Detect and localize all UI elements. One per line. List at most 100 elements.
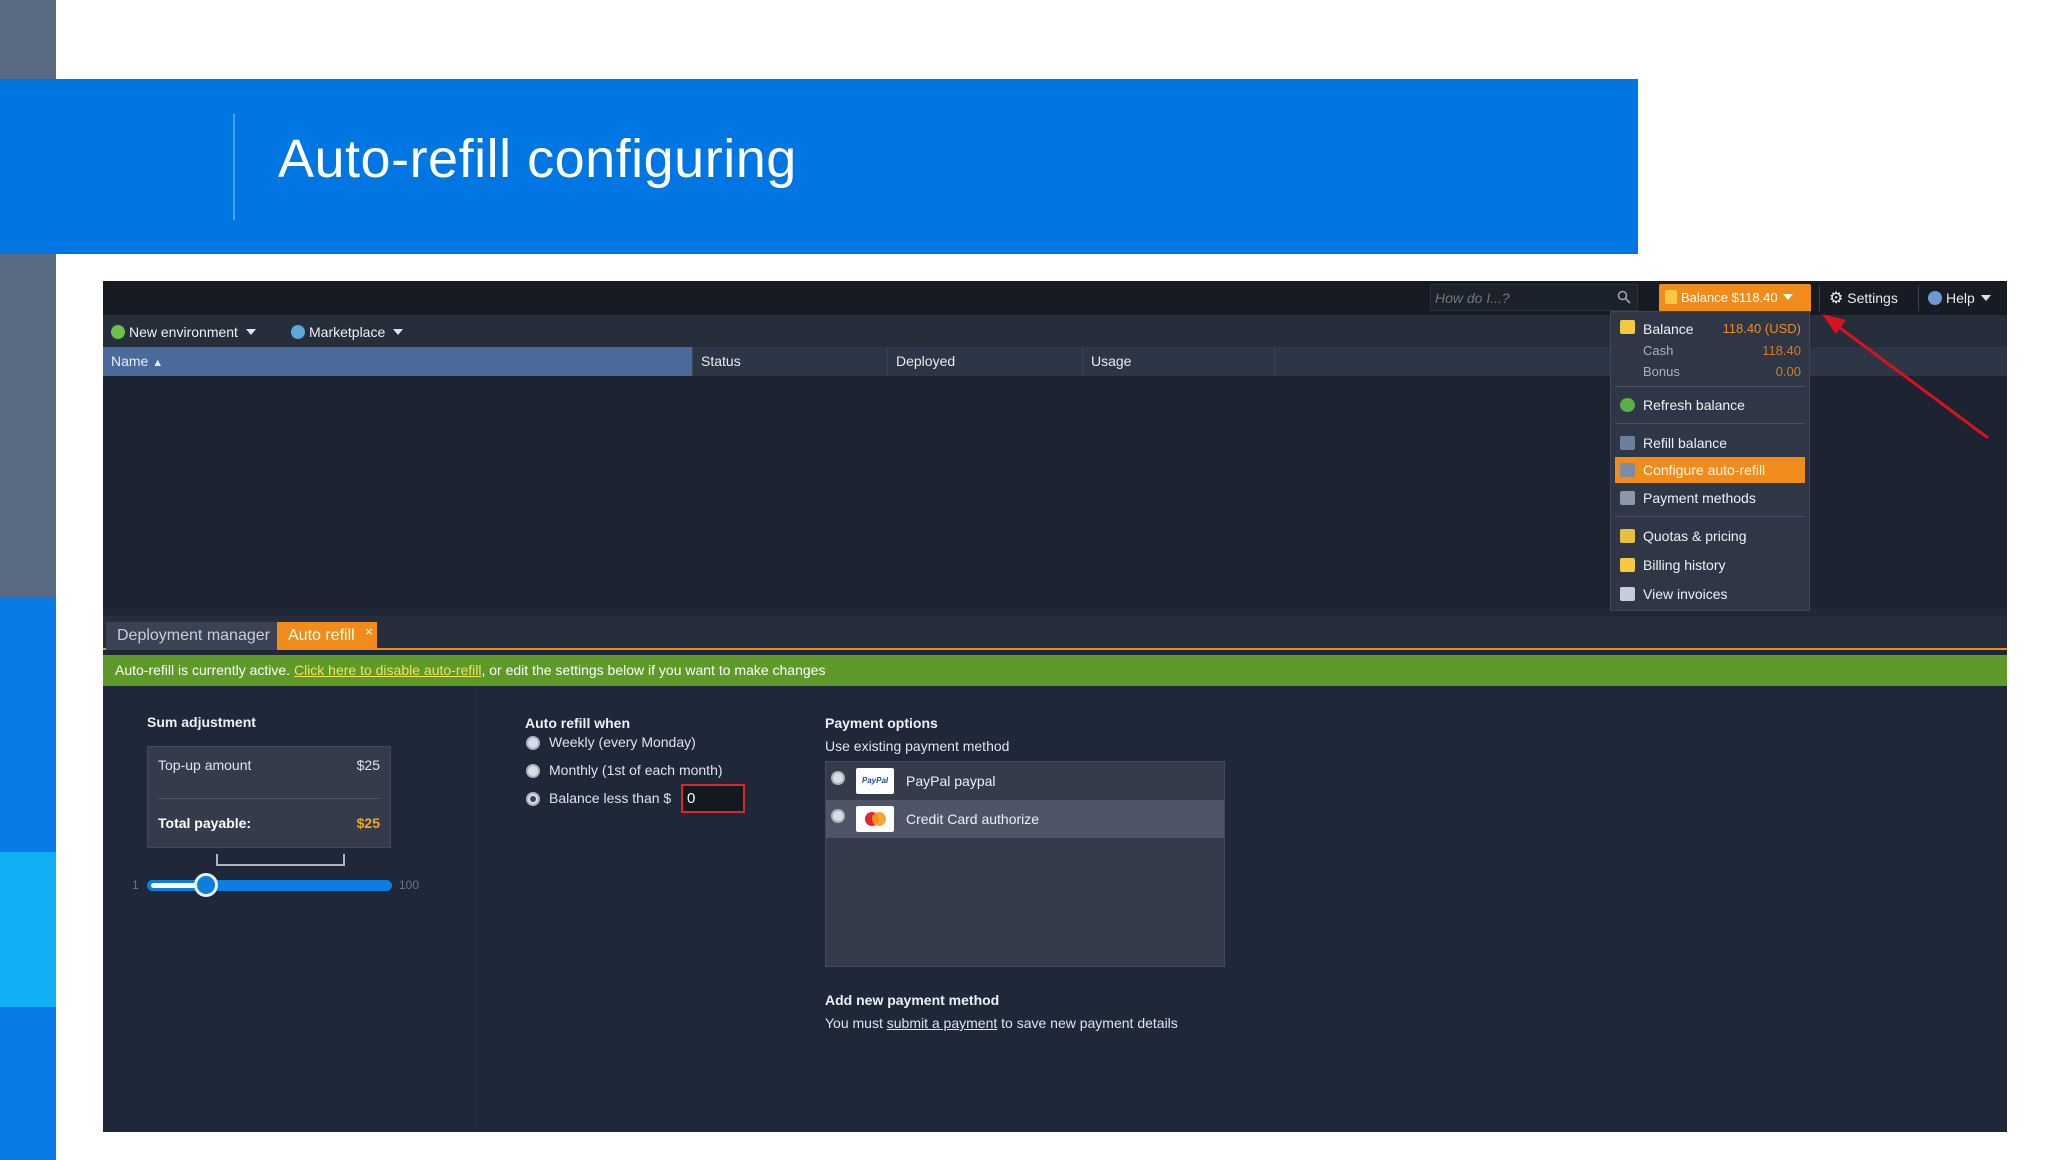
plus-icon <box>111 325 125 339</box>
menu-item-payment-methods[interactable]: Payment methods <box>1615 485 1805 511</box>
topup-row: Top-up amount $25 <box>158 757 380 773</box>
decor-strip-5 <box>0 1007 56 1160</box>
card-icon <box>1620 491 1635 505</box>
title-divider <box>233 114 235 220</box>
marketplace-label: Marketplace <box>309 324 386 340</box>
tab-auto-refill-label: Auto refill <box>288 627 355 644</box>
menu-cash-value: 118.40 <box>1762 343 1801 358</box>
refill-icon <box>1620 436 1635 450</box>
add-payment-text-after: to save new payment details <box>997 1015 1178 1031</box>
menu-item-label: View invoices <box>1643 586 1728 602</box>
top-bar: Balance $118.40 ⚙ Settings Help <box>103 281 2007 315</box>
decor-strip-2 <box>0 254 56 597</box>
chevron-down-icon <box>1782 294 1793 300</box>
option-balance-less-than[interactable]: Balance less than $ <box>549 790 671 806</box>
tab-auto-refill[interactable]: Auto refill × <box>277 622 377 650</box>
total-row: Total payable: $25 <box>158 815 380 831</box>
coins-icon <box>1665 290 1677 304</box>
decor-strip-4 <box>0 852 56 1007</box>
menu-item-label: Payment methods <box>1643 490 1756 506</box>
menu-bonus-label: Bonus <box>1643 364 1680 379</box>
coins-icon <box>1620 320 1635 334</box>
submit-payment-link[interactable]: submit a payment <box>887 1015 998 1031</box>
refresh-icon <box>1620 398 1635 412</box>
sum-box: Top-up amount $25 Total payable: $25 <box>147 746 391 848</box>
balance-button-label: Balance $118.40 <box>1681 290 1778 305</box>
quotas-icon <box>1620 529 1635 543</box>
menu-divider <box>1615 423 1805 424</box>
notice-text-after: , or edit the settings below if you want… <box>481 662 826 678</box>
column-usage[interactable]: Usage <box>1083 347 1275 376</box>
auto-refill-icon <box>1620 463 1635 477</box>
menu-item-label: Billing history <box>1643 557 1726 573</box>
column-status[interactable]: Status <box>693 347 888 376</box>
help-icon <box>1928 291 1942 305</box>
menu-item-label: Refresh balance <box>1643 397 1745 413</box>
settings-button[interactable]: ⚙ Settings <box>1829 284 1898 312</box>
marketplace-button[interactable]: Marketplace <box>291 321 404 343</box>
menu-balance-label: Balance <box>1643 321 1694 337</box>
menu-item-refresh-balance[interactable]: Refresh balance <box>1615 392 1805 418</box>
menu-item-view-invoices[interactable]: View invoices <box>1615 581 1805 607</box>
column-name[interactable]: Name ▲ <box>103 347 693 376</box>
globe-icon <box>291 325 305 339</box>
menu-cash-label: Cash <box>1643 343 1674 358</box>
invoice-icon <box>1620 587 1635 601</box>
disable-auto-refill-link[interactable]: Click here to disable auto-refill <box>294 662 482 678</box>
slider-bracket <box>216 854 345 866</box>
sum-adjustment-heading: Sum adjustment <box>147 714 256 730</box>
balance-threshold-input[interactable] <box>681 784 745 813</box>
radio-weekly[interactable] <box>526 736 540 750</box>
radio-balance-less-than[interactable] <box>526 792 540 806</box>
paypal-logo-icon: PayPal <box>856 768 894 794</box>
menu-divider <box>1615 516 1805 517</box>
search-box[interactable] <box>1430 284 1638 311</box>
radio-credit-card[interactable] <box>831 809 845 823</box>
amount-slider[interactable] <box>147 880 392 891</box>
search-icon[interactable] <box>1617 290 1631 304</box>
divider <box>1918 285 1919 311</box>
topup-value: $25 <box>356 757 380 773</box>
close-icon[interactable]: × <box>365 618 373 646</box>
settings-label: Settings <box>1847 290 1898 306</box>
column-name-label: Name <box>111 353 149 369</box>
menu-item-billing-history[interactable]: Billing history <box>1615 552 1805 578</box>
payment-methods-list: PayPal PayPal paypal Credit Card authori… <box>825 761 1225 967</box>
balance-button[interactable]: Balance $118.40 <box>1659 284 1811 312</box>
chevron-down-icon <box>1980 295 1991 301</box>
slider-handle[interactable] <box>194 873 219 897</box>
bottom-tabstrip: Deployment manager Auto refill × <box>103 616 2007 650</box>
new-environment-button[interactable]: New environment <box>111 321 256 343</box>
slider-max-label: 100 <box>399 878 420 892</box>
menu-item-label: Configure auto-refill <box>1643 462 1766 478</box>
add-payment-method-heading: Add new payment method <box>825 992 1000 1008</box>
menu-item-label: Refill balance <box>1643 435 1728 451</box>
payment-method-credit-card[interactable]: Credit Card authorize <box>826 800 1224 838</box>
radio-monthly[interactable] <box>526 764 540 778</box>
search-input[interactable] <box>1431 285 1601 310</box>
chevron-down-icon <box>245 329 256 335</box>
payment-method-paypal[interactable]: PayPal PayPal paypal <box>826 762 1224 800</box>
decor-strip-1 <box>0 0 56 79</box>
column-divider <box>475 686 476 1132</box>
option-monthly[interactable]: Monthly (1st of each month) <box>549 762 723 778</box>
menu-item-quotas-pricing[interactable]: Quotas & pricing <box>1615 523 1805 549</box>
radio-paypal[interactable] <box>831 771 845 785</box>
tab-deployment-manager[interactable]: Deployment manager <box>106 622 281 650</box>
option-weekly[interactable]: Weekly (every Monday) <box>549 734 696 750</box>
slider-min-label: 1 <box>132 878 139 892</box>
credit-card-logo-icon <box>856 806 894 832</box>
menu-item-label: Quotas & pricing <box>1643 528 1747 544</box>
auto-refill-panel: Sum adjustment Top-up amount $25 Total p… <box>103 686 2007 1132</box>
chevron-down-icon <box>393 329 404 335</box>
help-button[interactable]: Help <box>1928 284 1991 312</box>
topup-label: Top-up amount <box>158 757 252 773</box>
slide-title: Auto-refill configuring <box>278 129 797 189</box>
menu-item-configure-auto-refill[interactable]: Configure auto-refill <box>1615 457 1805 483</box>
menu-item-refill-balance[interactable]: Refill balance <box>1615 430 1805 456</box>
column-deployed[interactable]: Deployed <box>888 347 1083 376</box>
credit-card-label: Credit Card authorize <box>906 811 1040 827</box>
menu-bonus-value: 0.00 <box>1775 364 1801 379</box>
divider <box>158 798 380 799</box>
title-banner <box>0 79 1638 254</box>
